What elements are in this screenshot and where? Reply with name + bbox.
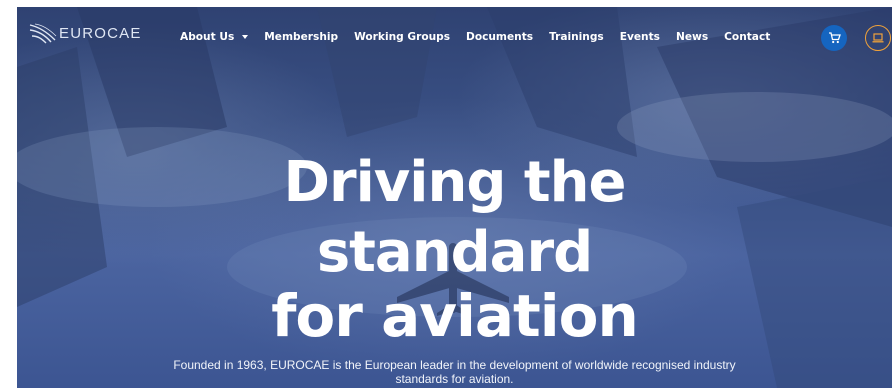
- logo-text: EUROCAE: [59, 24, 142, 42]
- top-navigation: EUROCAE About Us Membership Working Grou…: [17, 7, 892, 69]
- nav-trainings-label: Trainings: [549, 31, 604, 43]
- main-menu: About Us Membership Working Groups Docum…: [180, 31, 786, 43]
- login-button[interactable]: [865, 25, 891, 51]
- nav-documents[interactable]: Documents: [466, 31, 533, 43]
- nav-news[interactable]: News: [676, 31, 708, 43]
- hero-intro-text: Founded in 1963, EUROCAE is the European…: [173, 358, 736, 386]
- eurocae-logo[interactable]: EUROCAE: [29, 22, 142, 44]
- page: EUROCAE About Us Membership Working Grou…: [0, 0, 892, 388]
- wing-logo-icon: [29, 23, 57, 44]
- nav-about-us[interactable]: About Us: [180, 31, 249, 43]
- cart-button[interactable]: [821, 25, 847, 51]
- nav-contact-label: Contact: [724, 31, 771, 43]
- hero-section: EUROCAE About Us Membership Working Grou…: [17, 7, 892, 388]
- nav-membership[interactable]: Membership: [264, 31, 338, 43]
- nav-trainings[interactable]: Trainings: [549, 31, 604, 43]
- hero-headline-line-1: Driving the: [283, 150, 626, 215]
- shopping-cart-icon: [828, 32, 841, 44]
- nav-working-groups-label: Working Groups: [354, 31, 451, 43]
- nav-events[interactable]: Events: [620, 31, 660, 43]
- hero-headline-line-3: for aviation: [271, 282, 639, 350]
- page-margin: [0, 0, 17, 388]
- nav-news-label: News: [675, 31, 709, 43]
- laptop-icon: [872, 33, 884, 43]
- nav-events-label: Events: [619, 31, 660, 43]
- nav-documents-label: Documents: [466, 31, 534, 43]
- nav-about-us-label: About Us: [180, 31, 235, 43]
- nav-contact[interactable]: Contact: [724, 31, 770, 43]
- chevron-down-icon: [242, 35, 249, 39]
- nav-membership-label: Membership: [264, 31, 339, 43]
- hero-headline-line-2: standard: [316, 220, 593, 285]
- nav-working-groups[interactable]: Working Groups: [354, 31, 450, 43]
